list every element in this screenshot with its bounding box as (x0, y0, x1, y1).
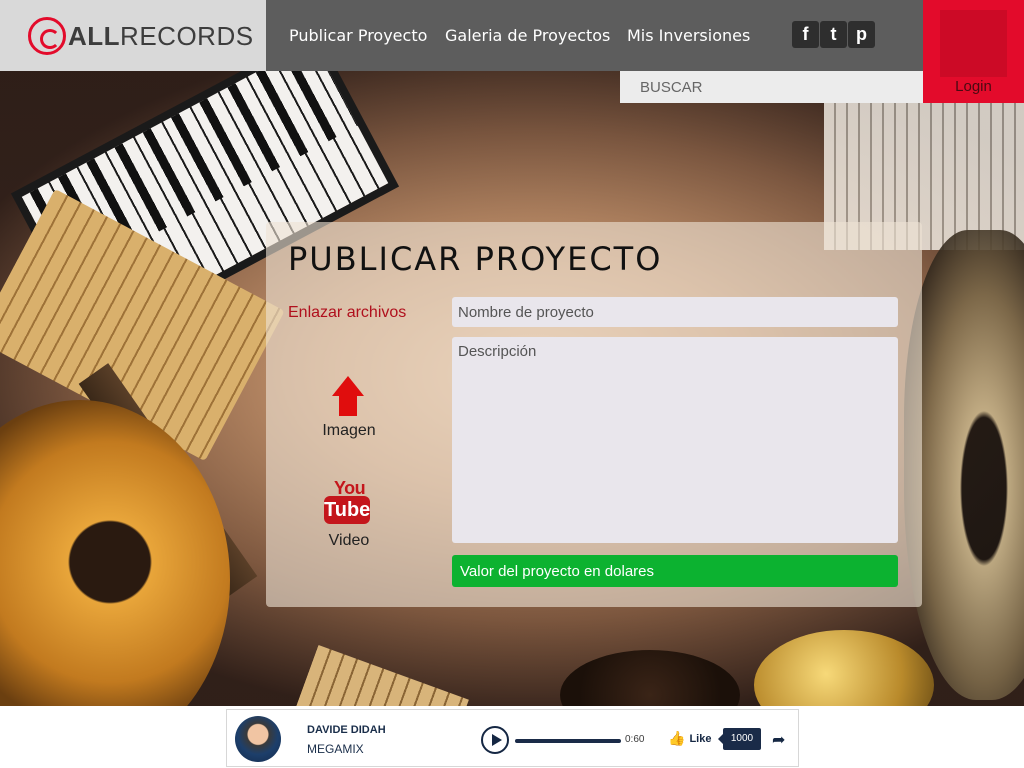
upload-image-button[interactable]: Imagen (314, 372, 384, 442)
like-count: 1000 (718, 728, 761, 750)
facebook-icon[interactable]: f (792, 21, 819, 48)
music-player: DAVIDE DIDAH MEGAMIX 0:60 👍 Like 1000 ➦ (226, 709, 799, 767)
nav-item-galeria-de-proyectos[interactable]: Galeria de Proyectos (445, 26, 610, 45)
artist-name: DAVIDE DIDAH (307, 724, 386, 736)
publish-project-panel: PUBLICAR PROYECTO Enlazar archivos Image… (266, 222, 922, 607)
saxophone (754, 630, 934, 706)
upload-image-label: Imagen (322, 422, 376, 439)
project-name-input[interactable] (452, 297, 898, 327)
pinterest-icon[interactable]: p (848, 21, 875, 48)
main-nav: Publicar Proyecto Galeria de Proyectos M… (0, 0, 790, 71)
login-button[interactable]: Login (923, 0, 1024, 103)
track-time: 0:60 (625, 734, 645, 745)
top-header: ALLRECORDS Publicar Proyecto Galeria de … (0, 0, 1024, 71)
like-button[interactable]: 👍 Like (668, 730, 711, 747)
youtube-icon: Tube (324, 496, 370, 524)
upload-arrow-icon (332, 376, 364, 396)
page-title: PUBLICAR PROYECTO (288, 240, 663, 278)
upload-video-label: Video (328, 532, 370, 549)
like-label: Like (689, 732, 712, 745)
nav-item-publicar-proyecto[interactable]: Publicar Proyecto (289, 26, 427, 45)
project-description-input[interactable] (452, 337, 898, 543)
login-avatar-placeholder (940, 10, 1007, 77)
attach-files-label: Enlazar archivos (288, 304, 407, 321)
play-button[interactable] (481, 726, 509, 754)
search-input[interactable] (620, 71, 923, 103)
artist-avatar (235, 716, 281, 762)
login-label: Login (955, 78, 992, 95)
upload-video-button[interactable]: You Tube Video (314, 478, 384, 552)
pinecone (560, 650, 740, 706)
share-icon[interactable]: ➦ (772, 730, 785, 749)
small-pan-flute (291, 645, 469, 706)
guitar-right (904, 230, 1024, 700)
twitter-icon[interactable]: t (820, 21, 847, 48)
nav-item-mis-inversiones[interactable]: Mis Inversiones (627, 26, 750, 45)
progress-bar[interactable] (515, 739, 621, 743)
project-value-button[interactable]: Valor del proyecto en dolares (452, 555, 898, 587)
upload-arrow-stem (339, 394, 357, 416)
track-name: MEGAMIX (307, 742, 364, 756)
thumbs-up-icon: 👍 (668, 730, 686, 746)
